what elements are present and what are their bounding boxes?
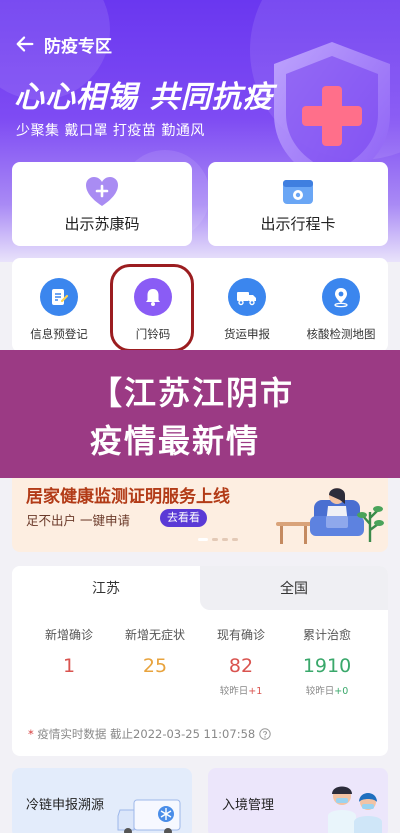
cold-chain-label: 冷链申报溯源: [26, 798, 105, 813]
entry-management-card[interactable]: 入境管理: [208, 768, 388, 833]
promo-title: 居家健康监测证明服务上线: [26, 487, 230, 507]
epidemic-stats-card: 全国 江苏 新增确诊 1 新增无症状 25 现有确诊 82 较昨日+1 累计治愈…: [12, 566, 388, 756]
metric-delta: 较昨日+1: [198, 683, 284, 697]
medical-staff-icon: [328, 786, 382, 833]
delta-value: +0: [334, 686, 349, 697]
promo-banner[interactable]: 居家健康监测证明服务上线 足不出户 一键申请 去看看: [12, 478, 388, 552]
headline-line-2: 疫情最新情: [90, 422, 261, 460]
delta-prefix: 较昨日: [305, 686, 335, 697]
service-label: 核酸检测地图: [306, 327, 376, 341]
carousel-dot-active: [198, 538, 208, 541]
tab-national[interactable]: 全国: [200, 566, 388, 610]
service-info-preregister[interactable]: 信息预登记: [14, 258, 104, 352]
sub-slogan: 少聚集 戴口罩 打疫苗 勤通风: [16, 123, 205, 139]
map-pin-icon: [322, 278, 360, 316]
carousel-dot: [232, 538, 238, 541]
metric-new-confirmed: 新增确诊 1: [26, 626, 112, 677]
highlight-ring: [110, 264, 194, 352]
metric-new-asymptomatic: 新增无症状 25: [112, 626, 198, 677]
carousel-dots: [198, 538, 238, 541]
show-itinerary-card[interactable]: 出示行程卡: [208, 162, 388, 246]
delta-value: +1: [248, 686, 263, 697]
metric-label: 新增无症状: [124, 628, 185, 642]
cold-chain-card[interactable]: 冷链申报溯源: [12, 768, 192, 833]
promo-subtitle: 足不出户 一键申请: [26, 513, 130, 528]
cold-chain-truck-icon: [117, 799, 181, 833]
metric-value: 25: [142, 655, 168, 677]
carousel-dot: [222, 538, 228, 541]
arrow-left-icon[interactable]: [14, 33, 36, 55]
metric-value: 1910: [302, 655, 352, 677]
itinerary-card-icon: [283, 180, 313, 204]
service-freight-declaration[interactable]: 货运申报: [202, 258, 292, 352]
show-health-code-label: 出示苏康码: [64, 215, 140, 233]
metric-value: 82: [228, 655, 254, 677]
nav-bar: 防疫专区: [14, 30, 112, 58]
promo-go-button[interactable]: 去看看: [160, 509, 207, 527]
service-label: 货运申报: [224, 327, 270, 341]
metric-value: 1: [62, 655, 76, 677]
headline-overlay: 【江苏江阴市 疫情最新情: [0, 350, 400, 478]
region-tabs: 全国 江苏: [12, 566, 388, 610]
slogan: 心心相锡 共同抗疫: [14, 80, 274, 115]
delta-prefix: 较昨日: [219, 686, 249, 697]
question-circle-icon[interactable]: [259, 728, 271, 740]
service-label: 信息预登记: [30, 327, 88, 341]
metric-label: 累计治愈: [302, 628, 351, 642]
woman-laptop-illustration: [276, 488, 384, 544]
form-edit-icon: [40, 278, 78, 316]
footnote-text: 疫情实时数据 截止2022-03-25 11:07:58: [37, 727, 256, 741]
show-health-code-card[interactable]: 出示苏康码: [12, 162, 192, 246]
show-itinerary-label: 出示行程卡: [260, 215, 336, 233]
tab-jiangsu[interactable]: 江苏: [12, 566, 200, 610]
headline-line-1: 【江苏江阴市: [90, 374, 295, 412]
health-code-heart-icon: [86, 177, 118, 206]
truck-icon: [228, 278, 266, 316]
data-footnote: * 疫情实时数据 截止2022-03-25 11:07:58: [28, 726, 271, 742]
metric-current-confirmed: 现有确诊 82 较昨日+1: [198, 626, 284, 697]
metric-label: 新增确诊: [44, 628, 93, 642]
metric-delta: 较昨日+0: [284, 683, 370, 697]
entry-management-label: 入境管理: [222, 798, 275, 813]
asterisk-icon: *: [28, 727, 34, 741]
metric-label: 现有确诊: [216, 628, 265, 642]
metric-total-cured: 累计治愈 1910 较昨日+0: [284, 626, 370, 697]
services-grid: 信息预登记 门铃码 货运申报 核酸检测地图: [12, 258, 388, 352]
page-title: 防疫专区: [44, 36, 112, 57]
carousel-dot: [212, 538, 218, 541]
service-nucleic-test-map[interactable]: 核酸检测地图: [296, 258, 386, 352]
